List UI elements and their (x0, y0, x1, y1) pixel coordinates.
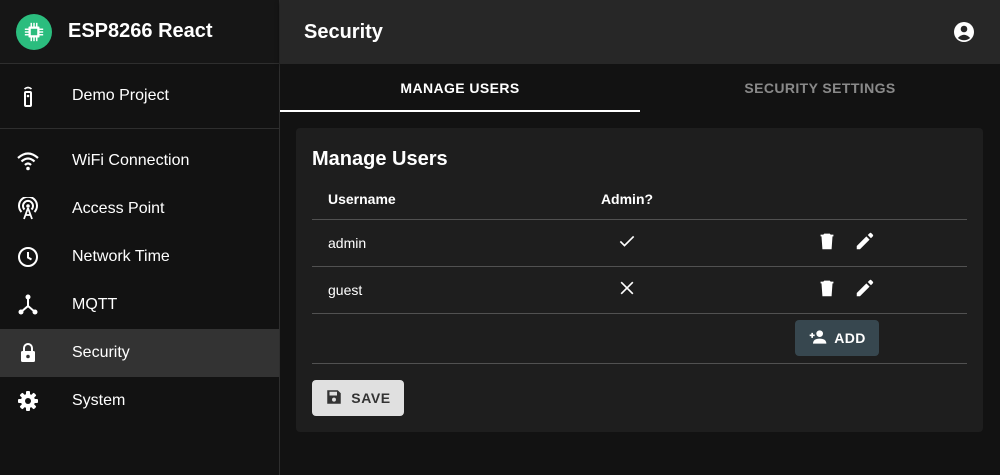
save-icon (325, 388, 343, 409)
gear-icon (16, 389, 40, 413)
sidebar-item-demo-project[interactable]: Demo Project (0, 64, 279, 128)
sidebar-item-access-point[interactable]: Access Point (0, 185, 279, 233)
sidebar-item-label: MQTT (72, 296, 118, 313)
tab-bar: MANAGE USERS SECURITY SETTINGS (280, 64, 1000, 112)
table-header-row: Username Admin? (312, 180, 967, 220)
edit-button[interactable] (848, 226, 882, 260)
sidebar-item-system[interactable]: System (0, 377, 279, 425)
manage-users-card: Manage Users Username Admin? admin guest… (296, 128, 983, 432)
add-user-button[interactable]: ADD (795, 320, 879, 356)
brand-header: ESP8266 React (0, 0, 279, 64)
sidebar-item-wifi-connection[interactable]: WiFi Connection (0, 137, 279, 185)
delete-button[interactable] (810, 273, 844, 307)
person-add-icon (808, 327, 828, 350)
tab-manage-users[interactable]: MANAGE USERS (280, 64, 640, 112)
check-icon (617, 235, 637, 254)
sidebar-item-label: Demo Project (72, 87, 169, 104)
pencil-icon (854, 277, 876, 302)
wifi-icon (16, 149, 40, 173)
sidebar-item-label: Security (72, 344, 130, 361)
lock-icon (16, 341, 40, 365)
sidebar-item-label: Network Time (72, 248, 170, 265)
app-title: ESP8266 React (68, 20, 213, 42)
column-header-actions (677, 180, 967, 220)
page-title: Security (304, 20, 383, 43)
pencil-icon (854, 230, 876, 255)
access-point-icon (16, 197, 40, 221)
app-bar: Security (280, 0, 1000, 64)
username-cell: guest (312, 266, 577, 314)
column-header-username: Username (312, 180, 577, 220)
sidebar-item-network-time[interactable]: Network Time (0, 233, 279, 281)
trash-icon (816, 230, 838, 255)
username-cell: admin (312, 219, 577, 267)
account-circle-icon[interactable] (952, 20, 976, 44)
sidebar-item-label: Access Point (72, 200, 165, 217)
sidebar-item-label: System (72, 392, 126, 409)
remote-icon (16, 84, 40, 108)
admin-cell (577, 219, 677, 267)
sidebar-nav: WiFi Connection Access Point Network Tim… (0, 129, 279, 425)
column-header-admin: Admin? (577, 180, 677, 220)
save-button[interactable]: SAVE (312, 380, 404, 416)
sidebar-item-mqtt[interactable]: MQTT (0, 281, 279, 329)
actions-cell (677, 266, 967, 314)
tab-security-settings[interactable]: SECURITY SETTINGS (640, 64, 1000, 112)
chip-logo-icon (16, 13, 52, 50)
clock-icon (16, 245, 40, 269)
close-icon (617, 281, 637, 301)
delete-button[interactable] (810, 226, 844, 260)
table-row: guest (312, 266, 967, 314)
save-button-label: SAVE (351, 390, 391, 406)
table-row: admin (312, 219, 967, 267)
sidebar-item-security[interactable]: Security (0, 329, 279, 377)
edit-button[interactable] (848, 273, 882, 307)
sidebar: ESP8266 React Demo Project WiFi Connecti… (0, 0, 280, 475)
trash-icon (816, 277, 838, 302)
card-title: Manage Users (312, 148, 448, 170)
device-hub-icon (16, 293, 40, 317)
sidebar-item-label: WiFi Connection (72, 152, 190, 169)
add-button-label: ADD (834, 330, 866, 346)
admin-cell (577, 266, 677, 314)
demo-section: Demo Project (0, 64, 279, 129)
actions-cell (677, 219, 967, 267)
